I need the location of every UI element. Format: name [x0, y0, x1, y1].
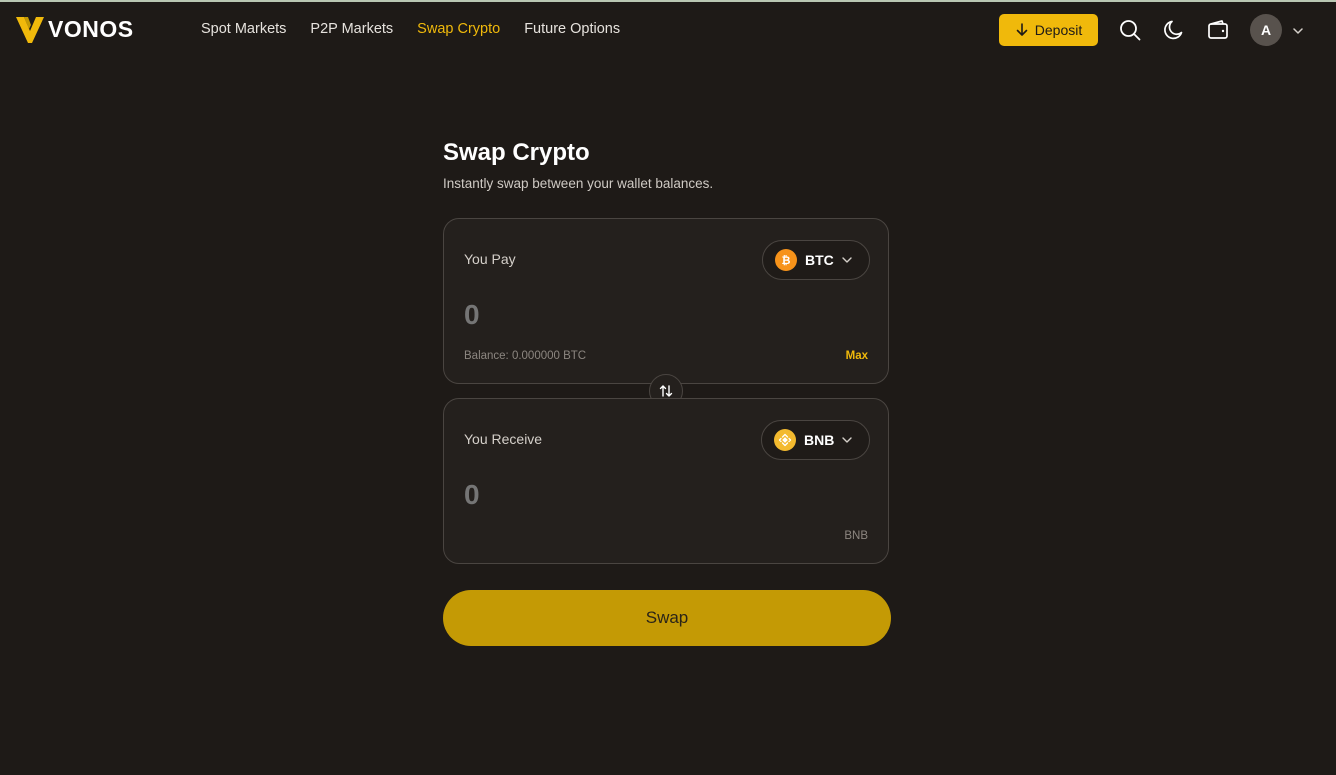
max-button[interactable]: Max: [846, 350, 868, 362]
page-subtitle: Instantly swap between your wallet balan…: [443, 176, 714, 191]
nav-future-options[interactable]: Future Options: [524, 21, 620, 37]
deposit-button[interactable]: Deposit: [999, 14, 1098, 46]
bnb-coin-icon: [774, 429, 796, 451]
search-button[interactable]: [1118, 18, 1142, 42]
wallet-button[interactable]: [1206, 18, 1230, 42]
btc-coin-icon: ₿: [775, 249, 797, 271]
receive-unit: BNB: [844, 530, 868, 542]
nav-swap-crypto[interactable]: Swap Crypto: [417, 21, 500, 37]
receive-label: You Receive: [464, 431, 543, 447]
vonos-logo-icon: [16, 16, 44, 43]
main-nav: Spot Markets P2P Markets Swap Crypto Fut…: [201, 21, 620, 37]
theme-toggle-button[interactable]: [1162, 18, 1186, 42]
moon-icon: [1164, 20, 1183, 40]
brand-name: VONOS: [48, 16, 134, 42]
brand-logo[interactable]: VONOS: [16, 16, 134, 43]
swap-button[interactable]: Swap: [443, 590, 891, 646]
nav-p2p-markets[interactable]: P2P Markets: [310, 21, 393, 37]
pay-label: You Pay: [464, 251, 516, 267]
receive-amount-input[interactable]: [464, 479, 764, 511]
pay-balance: Balance: 0.000000 BTC: [464, 350, 587, 362]
receive-token-select[interactable]: BNB: [761, 420, 870, 460]
wallet-icon: [1208, 20, 1228, 39]
nav-spot-markets[interactable]: Spot Markets: [201, 21, 286, 37]
receive-card: You Receive BNB BNB: [443, 398, 889, 564]
arrow-down-icon: [1016, 23, 1028, 36]
svg-text:₿: ₿: [782, 255, 791, 267]
deposit-label: Deposit: [1034, 22, 1083, 38]
avatar-initial: A: [1260, 22, 1272, 38]
page-title: Swap Crypto: [443, 139, 590, 166]
chevron-down-icon: [842, 257, 852, 263]
pay-token-name: BTC: [805, 252, 834, 268]
account-menu-toggle[interactable]: [1292, 25, 1304, 37]
chevron-down-icon: [1293, 28, 1303, 34]
receive-token-name: BNB: [804, 432, 835, 448]
swap-arrows-icon: [659, 385, 673, 397]
avatar[interactable]: A: [1250, 14, 1282, 46]
top-navbar: VONOS Spot Markets P2P Markets Swap Cryp…: [0, 2, 1336, 58]
chevron-down-icon: [842, 437, 853, 443]
pay-card: You Pay ₿ BTC Balance: 0.000000 BTC Max: [443, 218, 889, 384]
pay-token-select[interactable]: ₿ BTC: [762, 240, 870, 280]
search-icon: [1120, 20, 1141, 41]
pay-amount-input[interactable]: [464, 299, 764, 331]
